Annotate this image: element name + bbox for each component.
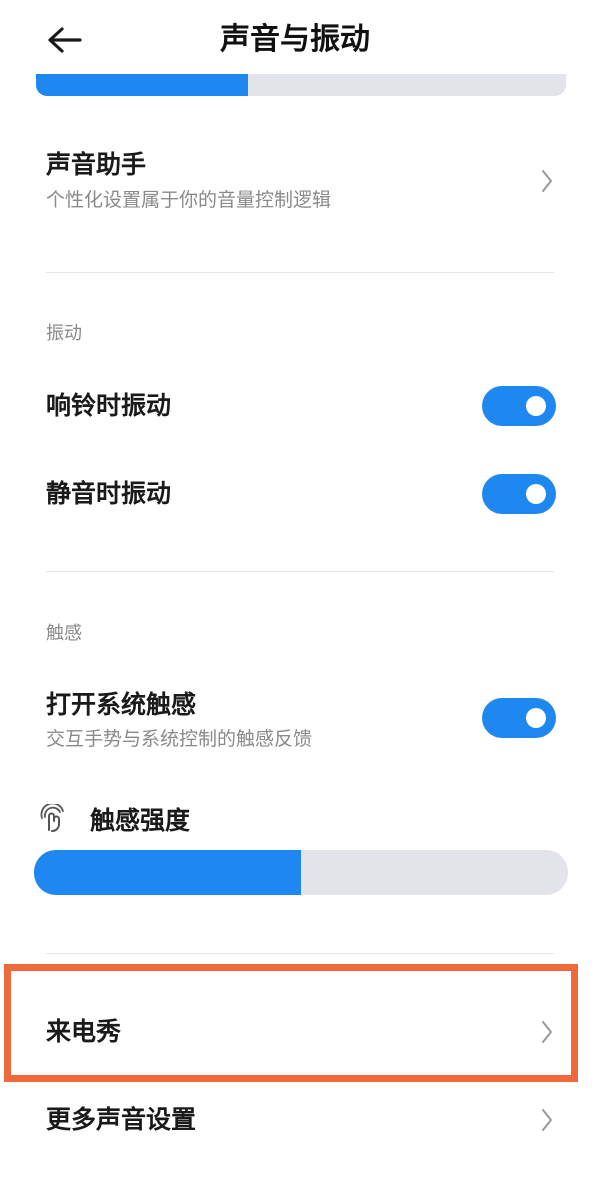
haptic-intensity-fill: [34, 850, 301, 895]
system-haptics-toggle[interactable]: [482, 698, 556, 738]
haptic-intensity-label: 触感强度: [90, 806, 191, 835]
ring-vibrate-label: 响铃时振动: [46, 391, 172, 420]
volume-slider[interactable]: [36, 74, 566, 96]
toggle-knob: [526, 708, 546, 728]
toggle-knob: [526, 396, 546, 416]
silent-vibrate-label: 静音时振动: [46, 479, 172, 508]
system-haptics-row[interactable]: 打开系统触感 交互手势与系统控制的触感反馈: [0, 684, 600, 754]
haptic-intensity-slider[interactable]: [34, 850, 568, 895]
system-haptics-title: 打开系统触感: [46, 690, 197, 719]
divider: [46, 571, 554, 572]
header: 声音与振动: [0, 0, 600, 80]
toggle-knob: [526, 484, 546, 504]
sound-assistant-title: 声音助手: [46, 150, 147, 179]
more-sound-settings-label: 更多声音设置: [46, 1105, 197, 1134]
ring-vibrate-toggle[interactable]: [482, 386, 556, 426]
section-label-vibration: 振动: [46, 323, 82, 344]
chevron-right-icon: [542, 170, 552, 192]
ring-vibrate-row[interactable]: 响铃时振动: [0, 384, 600, 428]
silent-vibrate-row[interactable]: 静音时振动: [0, 472, 600, 516]
more-sound-settings-row[interactable]: 更多声音设置: [0, 1088, 600, 1152]
sound-assistant-row[interactable]: 声音助手 个性化设置属于你的音量控制逻辑: [0, 140, 600, 250]
silent-vibrate-toggle[interactable]: [482, 474, 556, 514]
divider: [46, 953, 554, 954]
volume-slider-fill: [36, 74, 248, 96]
sound-assistant-subtitle: 个性化设置属于你的音量控制逻辑: [46, 189, 332, 211]
system-haptics-subtitle: 交互手势与系统控制的触感反馈: [46, 728, 313, 750]
section-label-haptics: 触感: [46, 623, 82, 644]
chevron-right-icon: [542, 1109, 552, 1131]
divider: [46, 272, 554, 273]
page-title: 声音与振动: [220, 22, 370, 57]
highlight-annotation-box: [4, 964, 578, 1082]
touch-vibration-icon: [40, 804, 64, 832]
